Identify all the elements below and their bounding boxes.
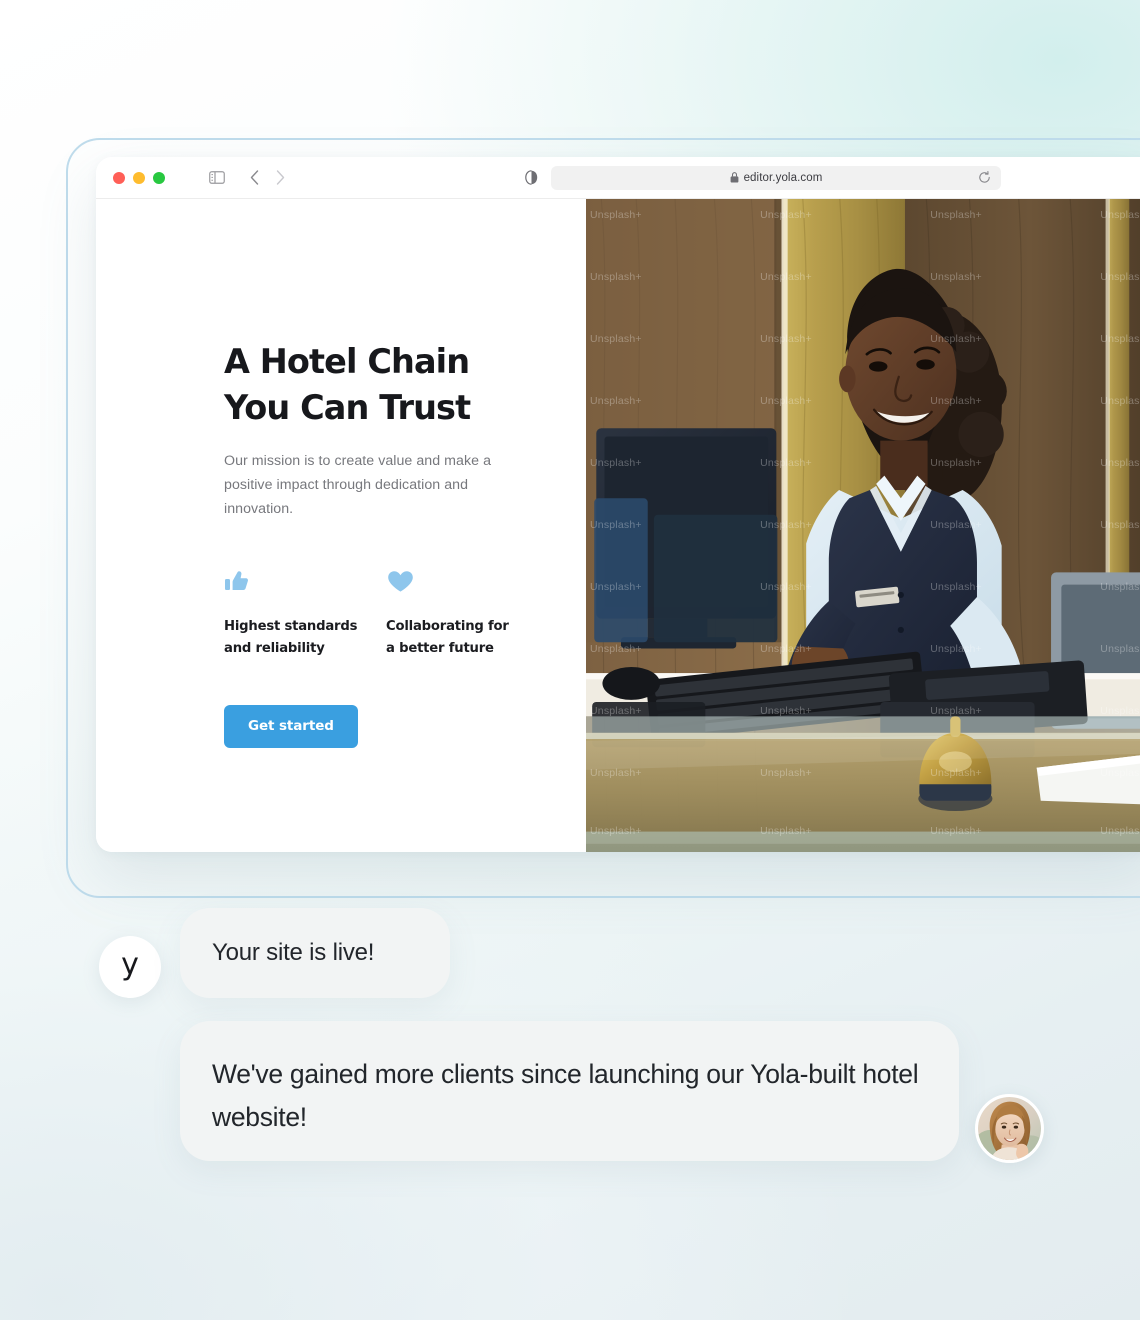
minimize-window-button[interactable] <box>133 171 145 184</box>
chevron-right-icon[interactable] <box>276 170 285 185</box>
sidebar-icon[interactable] <box>209 171 225 184</box>
maximize-window-button[interactable] <box>153 171 165 184</box>
feature-item: Collaborating for a better future <box>386 567 548 660</box>
client-avatar-illustration <box>978 1097 1041 1160</box>
reload-icon[interactable] <box>978 171 991 184</box>
feature-item: Highest standards and reliability <box>224 567 386 660</box>
website-preview: A Hotel Chain You Can Trust Our mission … <box>96 199 1140 852</box>
thumbs-up-icon <box>224 567 386 597</box>
feature-label: Collaborating for a better future <box>386 619 509 656</box>
window-traffic-lights[interactable] <box>113 171 165 184</box>
hero-text-column: A Hotel Chain You Can Trust Our mission … <box>96 199 586 852</box>
address-bar[interactable]: editor.yola.com <box>551 165 1001 190</box>
hero-subtitle: Our mission is to create value and make … <box>224 453 492 517</box>
browser-toolbar: editor.yola.com <box>96 157 1140 199</box>
url-label: editor.yola.com <box>743 171 823 184</box>
get-started-button[interactable]: Get started <box>224 705 358 748</box>
lock-icon <box>730 172 739 183</box>
reader-view-icon[interactable] <box>525 170 538 185</box>
chat-bubble: We've gained more clients since launchin… <box>180 1021 959 1161</box>
close-window-button[interactable] <box>113 171 125 184</box>
chevron-left-icon[interactable] <box>250 170 259 185</box>
chat-bubble: Your site is live! <box>180 908 450 998</box>
feature-list: Highest standards and reliability Collab… <box>224 567 554 660</box>
page-root: editor.yola.com A Hotel Chain You Can Tr… <box>0 0 1140 1320</box>
page-title: A Hotel Chain You Can Trust <box>224 342 471 427</box>
heart-icon <box>386 567 548 597</box>
chat-message-text: We've gained more clients since launchin… <box>212 1059 919 1132</box>
avatar: y <box>99 936 161 998</box>
feature-label: Highest standards and reliability <box>224 619 358 656</box>
hero-copy: A Hotel Chain You Can Trust Our mission … <box>224 339 554 748</box>
address-bar-content: editor.yola.com <box>730 172 823 184</box>
photo-illustration <box>586 199 1140 852</box>
chat-message-text: Your site is live! <box>212 939 375 966</box>
browser-window: editor.yola.com A Hotel Chain You Can Tr… <box>96 157 1140 852</box>
avatar <box>975 1094 1044 1163</box>
hotel-receptionist-photo: Unsplash+Unsplash+Unsplash+Unsplash+ Uns… <box>586 199 1140 852</box>
